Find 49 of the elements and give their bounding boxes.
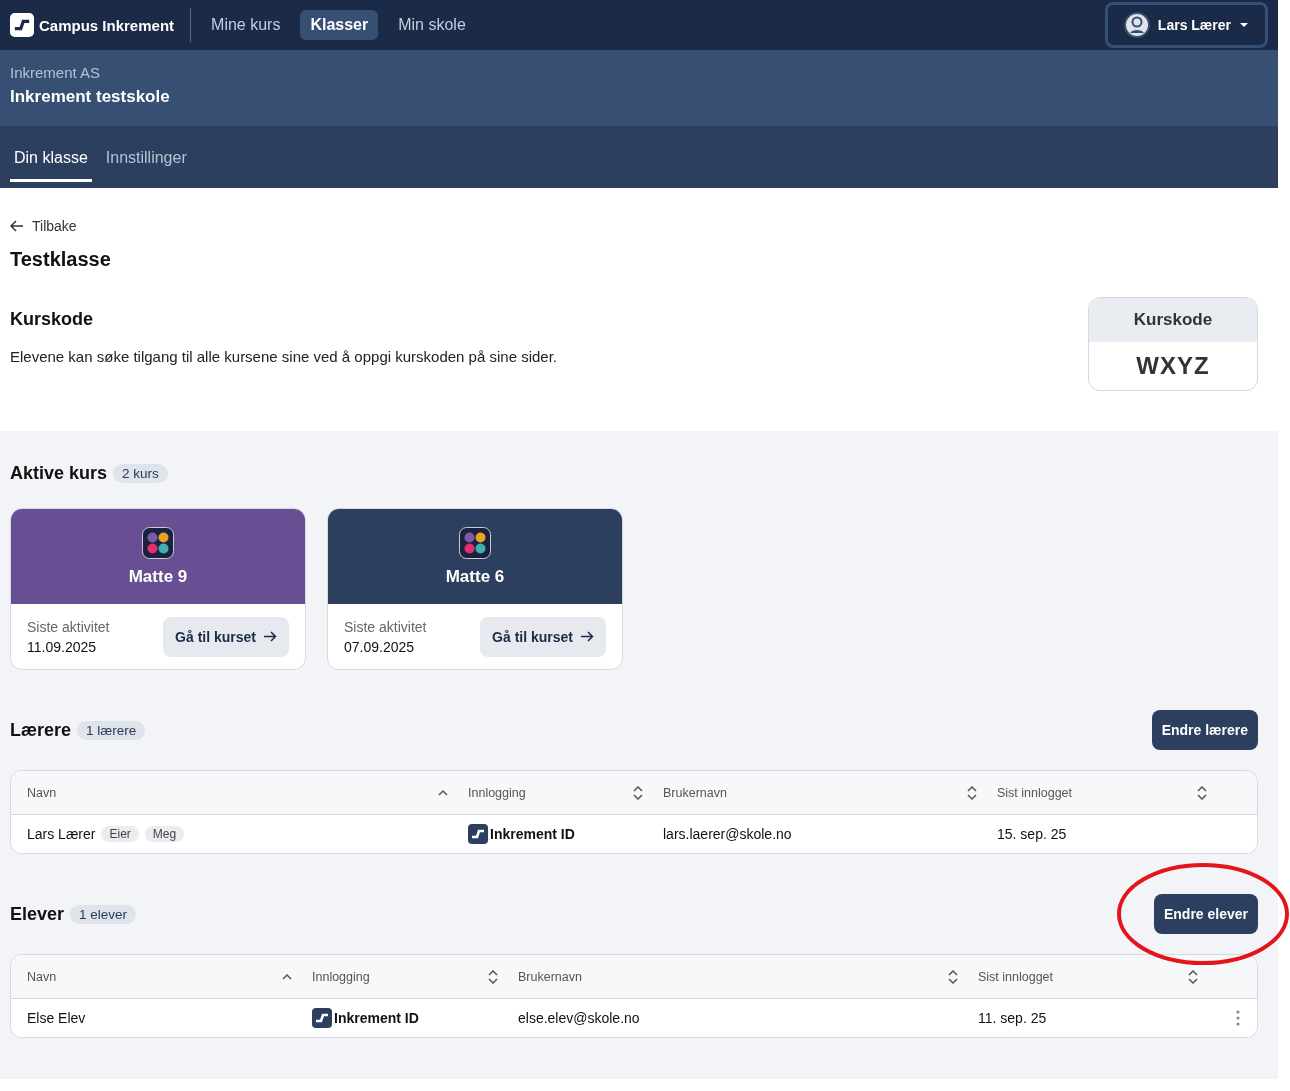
course-name: Matte 9 xyxy=(128,566,188,587)
back-link[interactable]: Tilbake xyxy=(10,218,1258,234)
section-heading: Kurskode xyxy=(10,309,95,330)
user-menu-button[interactable]: Lars Lærer xyxy=(1104,2,1268,48)
nav-link[interactable]: Klasser xyxy=(300,10,379,40)
course-name: Matte 6 xyxy=(445,566,505,587)
column-header: Sist innlogget xyxy=(978,969,1054,984)
tab[interactable]: Din klasse xyxy=(10,149,92,182)
activity-label: Siste aktivitet xyxy=(27,618,110,635)
edit-button[interactable]: Endre elever xyxy=(1153,894,1258,934)
section-heading: Aktive kurs xyxy=(10,463,108,484)
column-header: Sist innlogget xyxy=(997,785,1073,800)
activity-date: 07.09.2025 xyxy=(344,638,416,655)
count-badge: 1 lærere xyxy=(77,720,146,740)
count-badge: 1 elever xyxy=(70,904,137,924)
column-header: Innlogging xyxy=(468,785,526,800)
go-to-course-button[interactable]: Gå til kurset xyxy=(163,616,289,657)
login-provider: Inkrement ID xyxy=(490,826,575,842)
description-text: Elevene kan søke tilgang til alle kursene sine ved å oppgi kurskoden på sine sider. xyxy=(10,348,557,365)
activity-label: Siste aktivitet xyxy=(344,618,427,635)
course-code-value: WXYZ xyxy=(1135,351,1211,381)
count-badge: 2 kurs xyxy=(113,464,168,483)
last-login-cell: 15. sep. 25 xyxy=(997,826,1067,842)
name-cell: Else Elev xyxy=(27,1010,86,1026)
school-name: Inkrement testskole xyxy=(10,87,171,107)
column-header: Brukernavn xyxy=(663,785,727,800)
nav-link[interactable]: Mine kurs xyxy=(201,10,291,40)
last-login-cell: 11. sep. 25 xyxy=(978,1010,1047,1026)
edit-button[interactable]: Endre lærere xyxy=(1151,710,1258,750)
page-title: Testklasse xyxy=(10,248,112,271)
brand-name: Campus Inkrement xyxy=(39,16,175,34)
nav-link[interactable]: Min skole xyxy=(388,10,476,40)
username-cell: lars.laerer@skole.no xyxy=(663,826,792,842)
name-cell: Lars Lærer xyxy=(27,826,96,842)
role-tag: Eier xyxy=(101,826,139,842)
company-name: Inkrement AS xyxy=(10,64,102,81)
role-tag: Meg xyxy=(144,826,185,842)
column-header: Navn xyxy=(27,969,57,984)
column-header: Brukernavn xyxy=(518,969,582,984)
go-to-course-button[interactable]: Gå til kurset xyxy=(480,616,606,657)
section-heading: Elever xyxy=(10,903,65,925)
activity-date: 11.09.2025 xyxy=(27,638,98,655)
column-header: Navn xyxy=(27,785,57,800)
section-heading: Lærere xyxy=(10,719,72,741)
column-header: Innlogging xyxy=(312,969,370,984)
tab[interactable]: Innstillinger xyxy=(101,149,191,182)
course-code-label: Kurskode xyxy=(1089,298,1257,342)
login-provider: Inkrement ID xyxy=(334,1010,419,1026)
username-cell: else.elev@skole.no xyxy=(518,1010,640,1026)
